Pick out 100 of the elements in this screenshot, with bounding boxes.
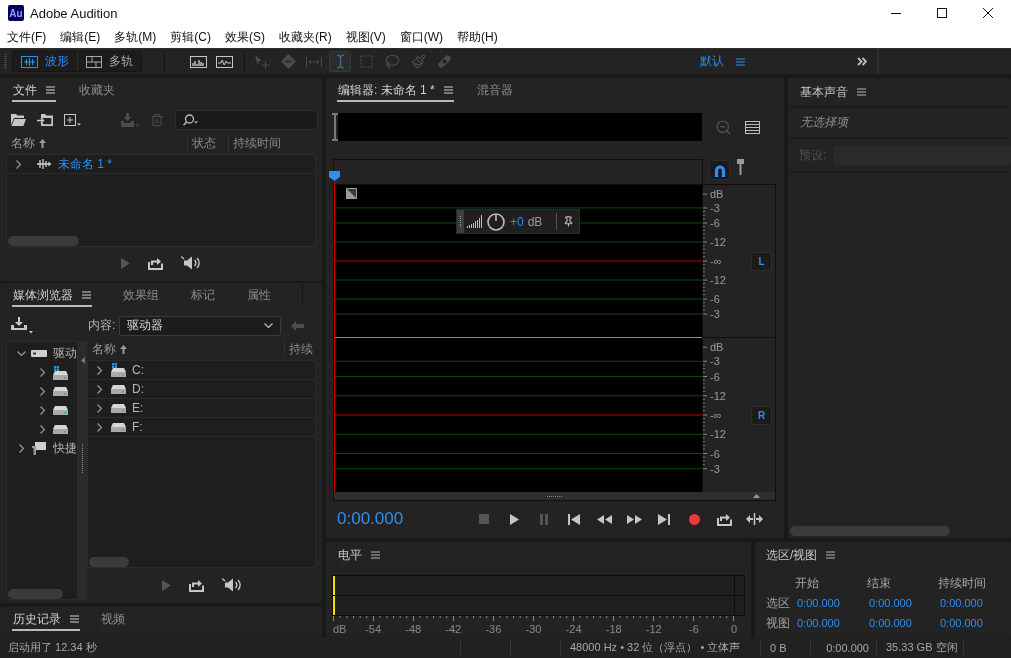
content-dropdown[interactable]: 驱动器 [119,315,282,336]
db-label: -12 [710,389,726,402]
gain-value[interactable]: +0 [510,214,524,229]
menu-item[interactable]: 视图(V) [338,26,393,48]
chevron-down-icon[interactable] [17,351,26,356]
toolbar-button[interactable] [37,113,53,127]
menu-icon[interactable] [46,86,55,94]
drive-item[interactable]: C: [132,363,144,377]
column-header[interactable]: 名称 [92,341,116,358]
pin-icon[interactable] [563,216,574,227]
waveform-file-icon [37,159,51,169]
menu-item[interactable]: 收藏夹(R) [272,26,339,48]
chevron-right-icon[interactable] [97,403,102,413]
knob-icon[interactable] [487,212,505,231]
drive-icon [111,403,126,413]
pin-icon[interactable] [737,159,744,175]
back-button[interactable] [291,320,305,331]
panel-tab[interactable]: 视频 [100,607,126,631]
channel-button[interactable]: R [751,405,772,425]
time-value[interactable]: 0:00.000 [795,597,867,609]
scrollbar-thumb[interactable] [89,557,129,567]
menu-icon[interactable] [82,291,91,299]
column-header[interactable]: 名称 [11,135,35,152]
panel-tab[interactable]: 编辑器: 未命名 1 * [337,78,454,102]
drive-icon [53,387,68,396]
playhead-marker-icon[interactable] [329,171,340,181]
meter-label: dB [333,623,347,635]
drive-item[interactable]: E: [132,401,144,415]
panel-tab[interactable]: 媒体浏览器 [12,283,92,307]
menu-icon[interactable] [736,57,745,66]
toolbar-button[interactable] [64,114,81,126]
channel-button[interactable]: L [751,251,772,271]
snap-button[interactable] [709,160,730,180]
list-button[interactable] [745,120,760,134]
menu-icon[interactable] [70,615,79,623]
row-label: 视图 [766,614,791,632]
playback-button[interactable] [181,256,201,270]
playback-button[interactable] [221,578,242,592]
drive-item[interactable]: F: [132,420,143,434]
i-beam-icon[interactable] [332,113,338,141]
import-button[interactable] [11,317,33,334]
time-value[interactable]: 0:00.000 [867,617,938,629]
column-header[interactable]: 持续 [289,341,313,358]
column-header[interactable]: 状态 [192,135,216,152]
menu-item[interactable]: 文件(F) [0,26,54,48]
toolbar-button[interactable] [11,114,26,126]
panel-tab[interactable]: 文件 [12,78,56,102]
grip-icon[interactable] [457,210,464,233]
waveform-channel[interactable]: +0 dB [334,185,702,337]
chevron-right-icon[interactable] [40,387,45,396]
panel-tab[interactable]: 收藏夹 [78,78,116,102]
loop-icon [188,578,204,592]
half-square-icon[interactable] [346,188,357,199]
tree-item[interactable]: 驱动 [53,345,77,362]
chevron-right-icon[interactable] [40,368,45,377]
scrollbar-thumb[interactable] [8,236,79,246]
menu-icon[interactable] [371,551,380,559]
panel-tab[interactable]: 历史记录 [12,607,80,631]
menu-item[interactable]: 窗口(W) [392,26,450,48]
left-arrow-icon [291,320,305,331]
panel-tab[interactable]: 属性 [246,283,272,307]
chevron-right-icon[interactable] [97,422,102,432]
view-button[interactable]: 多轨 [77,52,141,71]
more-button[interactable] [857,57,867,66]
panel-tab[interactable]: 标记 [190,283,216,307]
search-field[interactable] [175,110,318,130]
drive-item[interactable]: D: [132,382,144,396]
chevron-right-icon[interactable] [97,384,102,394]
time-value[interactable]: 0:00.000 [938,597,1010,609]
menu-item[interactable]: 多轨(M) [107,26,164,48]
menu-icon[interactable] [443,86,453,94]
playback-button[interactable] [148,256,163,270]
panel-tab[interactable]: 混音器 [475,78,514,102]
time-value[interactable]: 0:00.000 [867,597,938,609]
menu-item[interactable]: 编辑(E) [53,26,108,48]
chevron-right-icon[interactable] [40,406,45,415]
file-name[interactable]: 未命名 1 * [58,155,112,173]
chevron-right-icon[interactable] [19,444,24,453]
chevron-right-icon[interactable] [16,159,21,169]
column-header[interactable]: 持续时间 [233,135,281,152]
clip-indicator[interactable] [734,596,744,615]
chevron-right-icon[interactable] [97,365,102,375]
scrollbar-thumb[interactable] [790,526,950,536]
view-button[interactable]: 波形 [13,52,77,71]
time-value[interactable]: 0:00.000 [938,617,1010,629]
menu-item[interactable]: 剪辑(C) [163,26,218,48]
tree-item[interactable]: 快捷 [53,440,77,457]
panel-tab[interactable]: 效果组 [122,283,160,307]
db-label: -6 [710,217,720,229]
scrollbar-thumb[interactable] [8,589,63,599]
scrollbar[interactable] [334,492,775,500]
chevron-right-icon[interactable] [40,425,45,434]
zoom-button[interactable] [715,118,732,136]
menu-item[interactable]: 帮助(H) [450,26,505,48]
menu-item[interactable]: 效果(S) [218,26,272,48]
playback-button[interactable] [188,578,204,592]
menu-icon[interactable] [826,551,836,559]
menu-icon[interactable] [857,88,866,96]
time-value[interactable]: 0:00.000 [795,617,867,629]
workspace-button[interactable]: 默认 [700,53,745,70]
